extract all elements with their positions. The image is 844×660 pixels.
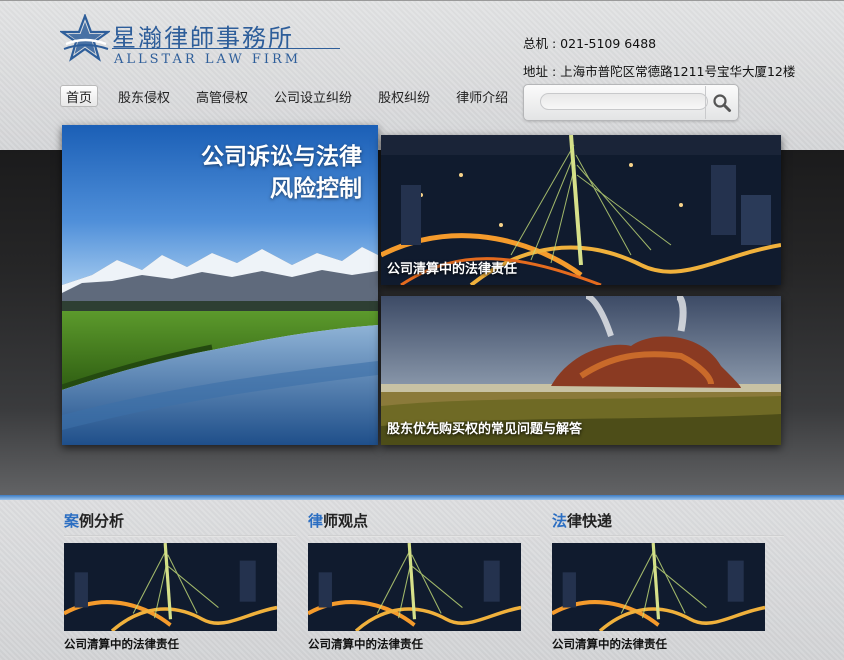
section-title-accent: 法 xyxy=(552,512,568,530)
contact-info: 总机 : 021-5109 6488 地址 : 上海市普陀区常德路1211号宝华… xyxy=(523,30,795,86)
nav-item-equity-disputes[interactable]: 股权纠纷 xyxy=(372,85,436,107)
site-logo[interactable]: 星瀚律師事務所 ALLSTAR LAW FIRM xyxy=(60,14,340,70)
nav-item-home[interactable]: 首页 xyxy=(60,85,99,107)
night-bridge-photo xyxy=(552,543,765,631)
section-title[interactable]: 案例分析 xyxy=(64,510,294,532)
hero-title-line2: 风险控制 xyxy=(270,176,362,202)
brand-name-en: ALLSTAR LAW FIRM xyxy=(114,52,302,67)
contact-address: 地址 : 上海市普陀区常德路1211号宝华大厦12楼 xyxy=(523,64,796,79)
section-title[interactable]: 律师观点 xyxy=(308,510,538,532)
contact-phone: 总机 : 021-5109 6488 xyxy=(523,36,657,51)
section-thumbnail[interactable] xyxy=(308,543,521,631)
section-case-analysis: 案例分析 公司清算中的法律责任 xyxy=(64,510,296,651)
nav-item-lawyers[interactable]: 律师介绍 xyxy=(450,85,514,107)
section-title-accent: 案 xyxy=(64,512,80,530)
section-title-rest: 律快递 xyxy=(567,512,613,530)
section-divider xyxy=(308,535,540,537)
section-thumbnail[interactable] xyxy=(552,543,765,631)
section-lawyer-views: 律师观点 公司清算中的法律责任 xyxy=(308,510,540,651)
logo-divider xyxy=(112,48,340,49)
main-nav: 首页 股东侵权 高管侵权 公司设立纠纷 股权纠纷 律师介绍 xyxy=(60,85,528,107)
section-article-link[interactable]: 公司清算中的法律责任 xyxy=(552,636,667,652)
section-article-link[interactable]: 公司清算中的法律责任 xyxy=(64,636,179,652)
nav-item-company-formation-disputes[interactable]: 公司设立纠纷 xyxy=(268,85,358,107)
section-divider xyxy=(552,535,784,537)
section-title[interactable]: 法律快递 xyxy=(552,510,782,532)
night-bridge-photo xyxy=(308,543,521,631)
search-icon xyxy=(713,93,731,112)
section-divider xyxy=(64,535,296,537)
nav-item-shareholder-infringement[interactable]: 股东侵权 xyxy=(112,85,176,107)
section-title-rest: 例分析 xyxy=(79,512,125,530)
search-box xyxy=(523,84,739,121)
section-title-accent: 律 xyxy=(308,512,324,530)
night-bridge-photo xyxy=(64,543,277,631)
section-article-link[interactable]: 公司清算中的法律责任 xyxy=(308,636,423,652)
nav-item-executive-infringement[interactable]: 高管侵权 xyxy=(190,85,254,107)
hero-title: 公司诉讼与法律 风险控制 xyxy=(201,141,362,205)
hero-title-line1: 公司诉讼与法律 xyxy=(201,144,362,170)
hero-card-caption: 股东优先购买权的常见问题与解答 xyxy=(387,422,583,437)
section-legal-express: 法律快递 公司清算中的法律责任 xyxy=(552,510,784,651)
hero-card-preemptive-rights[interactable]: 股东优先购买权的常见问题与解答 xyxy=(381,296,781,445)
search-input[interactable] xyxy=(540,93,708,110)
section-thumbnail[interactable] xyxy=(64,543,277,631)
hero-card-caption: 公司清算中的法律责任 xyxy=(387,262,518,277)
star-logo-icon xyxy=(60,14,110,62)
hero-feature[interactable]: 公司诉讼与法律 风险控制 xyxy=(62,125,378,445)
section-title-rest: 师观点 xyxy=(323,512,369,530)
hero-card-liquidation[interactable]: 公司清算中的法律责任 xyxy=(381,135,781,285)
search-button[interactable] xyxy=(705,86,738,119)
